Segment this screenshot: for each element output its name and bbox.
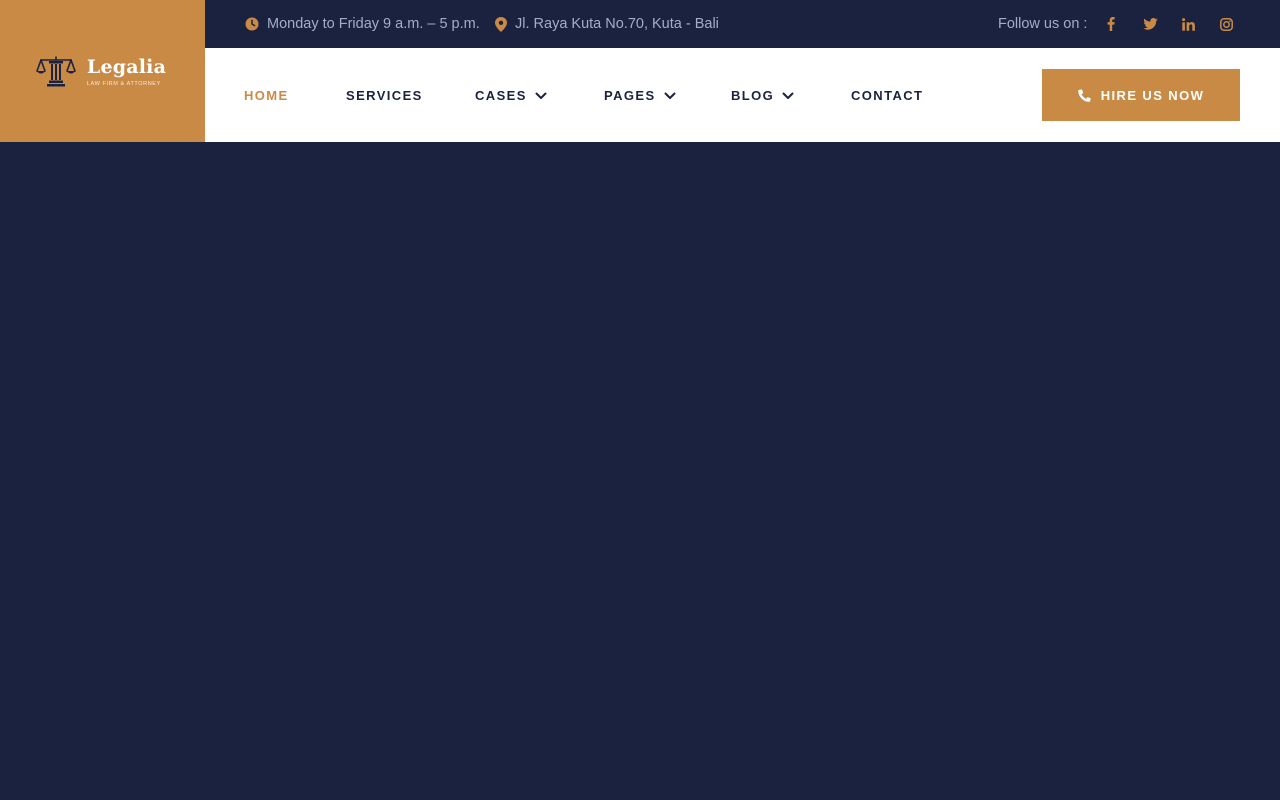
twitter-icon [1142,18,1158,30]
office-address: Jl. Raya Kuta No.70, Kuta - Bali [495,0,719,48]
main-navigation: HOME SERVICES CASES PAGES BLOG CONTACT H… [205,48,1280,142]
linkedin-icon [1181,17,1195,31]
instagram-icon [1219,17,1233,31]
nav-item-label: SERVICES [346,87,423,103]
map-pin-icon [495,16,507,32]
scales-of-justice-icon [36,56,76,87]
logo[interactable]: Legalia LAW FIRM & ATTORNEY [35,54,166,88]
top-info-bar: Monday to Friday 9 a.m. – 5 p.m. Jl. Ray… [205,0,1280,48]
brand-tagline: LAW FIRM & ATTORNEY [86,80,161,87]
hire-us-now-button[interactable]: HIRE US NOW [1042,69,1240,121]
hire-us-now-label: HIRE US NOW [1100,87,1205,103]
nav-item-label: CONTACT [851,87,924,103]
phone-icon [1078,88,1091,102]
follow-us-label: Follow us on : [998,16,1088,32]
nav-item-cases[interactable]: CASES [475,48,547,142]
logo-text: Legalia LAW FIRM & ATTORNEY [87,56,166,87]
nav-item-label: CASES [475,87,527,103]
facebook-link[interactable] [1101,14,1121,34]
linkedin-link[interactable] [1178,14,1198,34]
nav-item-blog[interactable]: BLOG [731,48,794,142]
nav-item-home[interactable]: HOME [244,48,289,142]
site-header: Legalia LAW FIRM & ATTORNEY Monday to Fr… [0,0,1280,142]
nav-item-label: BLOG [731,87,775,103]
nav-item-label: HOME [244,87,289,103]
nav-item-services[interactable]: SERVICES [346,48,423,142]
hero-section [0,142,1280,800]
facebook-icon [1107,17,1115,31]
nav-item-pages[interactable]: PAGES [604,48,676,142]
nav-item-contact[interactable]: CONTACT [851,48,923,142]
chevron-down-icon [535,92,547,99]
twitter-link[interactable] [1140,14,1160,34]
chevron-down-icon [782,92,794,99]
brand-name: Legalia [86,55,167,78]
office-address-text: Jl. Raya Kuta No.70, Kuta - Bali [515,16,719,32]
opening-hours-text: Monday to Friday 9 a.m. – 5 p.m. [267,16,480,32]
opening-hours: Monday to Friday 9 a.m. – 5 p.m. [245,0,480,48]
logo-block[interactable]: Legalia LAW FIRM & ATTORNEY [0,0,205,142]
nav-item-label: PAGES [604,87,656,103]
chevron-down-icon [664,92,676,99]
clock-icon [245,17,259,31]
instagram-link[interactable] [1216,14,1236,34]
